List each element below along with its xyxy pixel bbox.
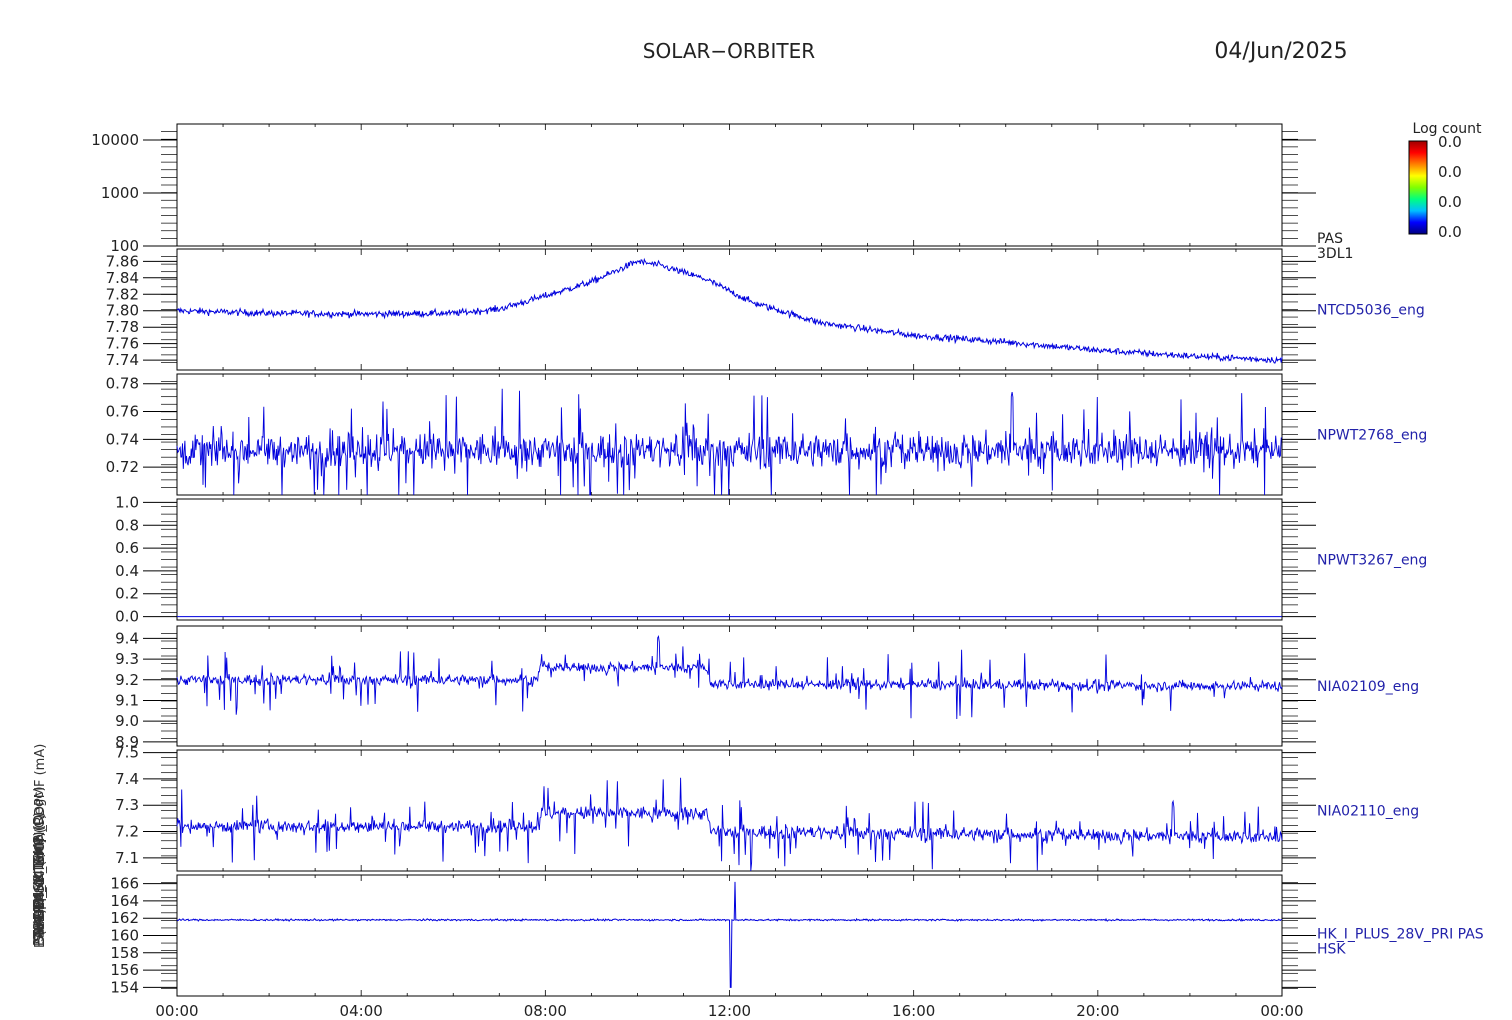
panel-frame xyxy=(176,123,1283,247)
panel: 8.99.09.19.29.39.4NIA02109_eng xyxy=(115,625,1419,751)
y-tick-label: 9.2 xyxy=(115,671,139,689)
y-tick-label: 0.78 xyxy=(106,375,139,393)
x-tick-label: 20:00 xyxy=(1076,1002,1119,1020)
x-tick-label: 16:00 xyxy=(892,1002,935,1020)
mission-title: SOLAR−ORBITER xyxy=(643,39,815,63)
y-tick-label: 10000 xyxy=(91,131,139,149)
panels: 100100010000PAS3DL17.747.767.787.807.827… xyxy=(32,123,1484,997)
y-tick-label: 0.74 xyxy=(106,430,139,448)
y-tick-label: 7.74 xyxy=(106,351,139,369)
x-tick-label: 04:00 xyxy=(340,1002,383,1020)
x-tick-label: 12:00 xyxy=(708,1002,751,1020)
y-tick-label: 9.3 xyxy=(115,650,139,668)
y-tick-label: 1000 xyxy=(101,184,139,202)
series-label: HK_I_PLUS_28V_PRI PAS xyxy=(1317,927,1484,943)
series-label: NIA02109_eng xyxy=(1317,679,1419,695)
y-tick-label: 154 xyxy=(110,978,139,996)
colorbar: Log count 0.0 0.0 0.0 0.0 xyxy=(1408,121,1482,241)
y-axis-title: RPDM_HK_IMON_RDPMF (mA) xyxy=(33,744,48,936)
y-tick-label: 158 xyxy=(110,944,139,962)
y-tick-label: 7.4 xyxy=(115,770,139,788)
y-tick-label: 156 xyxy=(110,961,139,979)
series-label: NPWT3267_eng xyxy=(1317,553,1427,569)
y-tick-label: 9.0 xyxy=(115,712,139,730)
panel: 0.72 0.74 0.76 0.78 NPWT2768_eng xyxy=(106,373,1427,496)
series-label: PAS xyxy=(1317,231,1343,247)
y-tick-label: 164 xyxy=(110,892,139,910)
panel: 154156158160162164166 HK_I_PLUS_28V_PRI P… xyxy=(110,874,1484,997)
plot-canvas: SOLAR−ORBITER 04/Jun/2025 100100010000PA… xyxy=(32,39,1484,1020)
data-series xyxy=(176,257,1283,364)
series-label: NTCD5036_eng xyxy=(1317,303,1425,319)
data-series xyxy=(176,388,1283,496)
y-tick-label: 9.1 xyxy=(115,691,139,709)
y-tick-label: 7.80 xyxy=(106,302,139,320)
y-tick-label: 7.86 xyxy=(106,252,139,270)
date-label: 04/Jun/2025 xyxy=(1214,39,1347,64)
series-label: HSK xyxy=(1317,942,1346,958)
data-series xyxy=(176,635,1283,720)
y-tick-label: 0.2 xyxy=(115,585,139,603)
series-label: NIA02110_eng xyxy=(1317,804,1419,820)
y-tick-label: 0.6 xyxy=(115,539,139,557)
colorbar-label: 0.0 xyxy=(1438,163,1462,181)
panel: 100100010000PAS3DL1 xyxy=(91,123,1353,262)
panel: 7.1 7.2 7.3 7.4 7.5 NIA02110_eng xyxy=(115,744,1419,872)
panel-frame xyxy=(176,749,1283,872)
y-tick-label: 7.3 xyxy=(115,796,139,814)
colorbar-label: 0.0 xyxy=(1438,193,1462,211)
y-tick-label: 0.0 xyxy=(115,608,139,626)
data-series xyxy=(176,881,1282,988)
x-axis: 00:00 04:00 08:00 12:00 16:00 20:00 00:00 xyxy=(155,1002,1303,1020)
y-tick-label: 7.78 xyxy=(106,318,139,336)
series-label: 3DL1 xyxy=(1317,246,1353,262)
x-tick-label: 00:00 xyxy=(1260,1002,1303,1020)
data-series xyxy=(176,777,1283,872)
colorbar-scale xyxy=(1408,140,1428,235)
y-tick-label: 9.4 xyxy=(115,629,139,647)
y-tick-label: 166 xyxy=(110,875,139,893)
colorbar-label: 0.0 xyxy=(1438,133,1462,151)
y-tick-label: 0.72 xyxy=(106,458,139,476)
y-axis-titles: E (eV)PAS approx Temp (Degc)SWA-EAS1 TEM… xyxy=(32,744,48,948)
panel: 0.0 0.2 0.4 0.6 0.8 1.0 NPWT3267_eng xyxy=(115,493,1427,625)
y-tick-label: 160 xyxy=(110,927,139,945)
y-tick-label: 7.76 xyxy=(106,335,139,353)
y-tick-label: 1.0 xyxy=(115,493,139,511)
y-tick-label: 0.76 xyxy=(106,403,139,421)
panel-frame xyxy=(176,498,1283,621)
y-tick-label: 0.8 xyxy=(115,516,139,534)
y-tick-label: 7.1 xyxy=(115,849,139,867)
y-tick-label: 7.2 xyxy=(115,823,139,841)
colorbar-label: 0.0 xyxy=(1438,223,1462,241)
y-tick-label: 7.84 xyxy=(106,269,139,287)
y-tick-label: 162 xyxy=(110,909,139,927)
panel: 7.747.767.787.807.827.847.86 NTCD5036_eng xyxy=(106,248,1425,371)
y-tick-label: 7.82 xyxy=(106,285,139,303)
series-label: NPWT2768_eng xyxy=(1317,428,1427,444)
y-tick-label: 0.4 xyxy=(115,562,139,580)
x-tick-label: 00:00 xyxy=(155,1002,198,1020)
y-tick-label: 7.5 xyxy=(115,744,139,762)
x-tick-label: 08:00 xyxy=(524,1002,567,1020)
